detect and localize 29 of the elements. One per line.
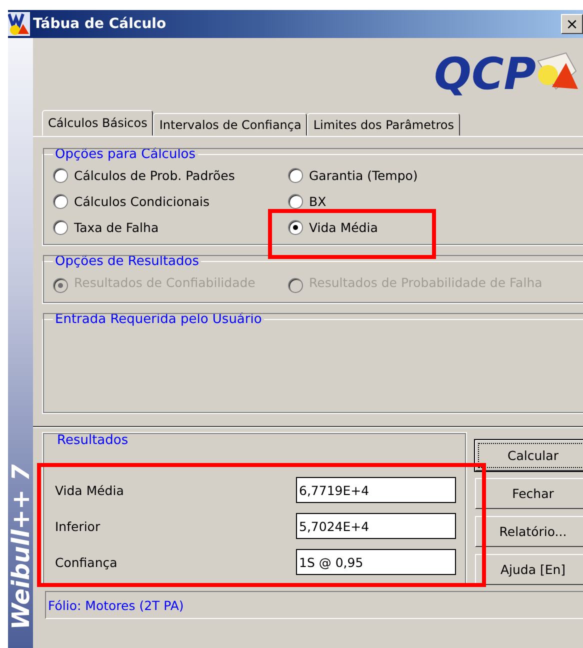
result-value-field[interactable]: 5,7024E+4 (296, 513, 456, 539)
result-label: Confiança (55, 554, 118, 570)
company-logo: QCP (434, 48, 536, 100)
tab[interactable]: Intervalos de Confiança (153, 113, 308, 136)
radio-option[interactable]: Garantia (Tempo) (288, 168, 418, 183)
window-title: Tábua de Cálculo (33, 16, 166, 32)
radio-option[interactable]: BX (288, 194, 326, 209)
tab[interactable]: Cálculos Básicos (42, 110, 154, 136)
tab[interactable]: Limites dos Parâmetros (307, 113, 460, 136)
dialog-button[interactable]: Calcular (475, 440, 583, 471)
close-button[interactable]: × (561, 14, 583, 34)
dialog-button[interactable]: Ajuda [En] (475, 554, 583, 585)
dialog-button[interactable]: Fechar (475, 478, 583, 509)
radio-option[interactable]: Cálculos Condicionais (53, 194, 210, 209)
status-bar: Fólio: Motores (2T PA) (45, 591, 583, 619)
dialog-button[interactable]: Relatório... (475, 516, 583, 547)
group-title: Opções para Cálculos (54, 147, 197, 162)
radio-option[interactable]: Cálculos de Prob. Padrões (53, 168, 235, 183)
group-title: Resultados (56, 433, 130, 448)
app-logo-icon (8, 12, 30, 36)
group-title: Entrada Requerida pelo Usuário (54, 312, 263, 327)
result-label: Vida Média (55, 482, 124, 498)
result-label: Inferior (55, 518, 100, 534)
group-title: Opções de Resultados (54, 254, 200, 269)
radio-option[interactable]: Vida Média (288, 220, 378, 235)
product-name: Weibull++ 7 (8, 464, 34, 630)
radio-option[interactable]: Taxa de Falha (53, 220, 159, 235)
result-value-field[interactable]: 1S @ 0,95 (296, 549, 456, 575)
result-value-field[interactable]: 6,7719E+4 (296, 477, 456, 503)
